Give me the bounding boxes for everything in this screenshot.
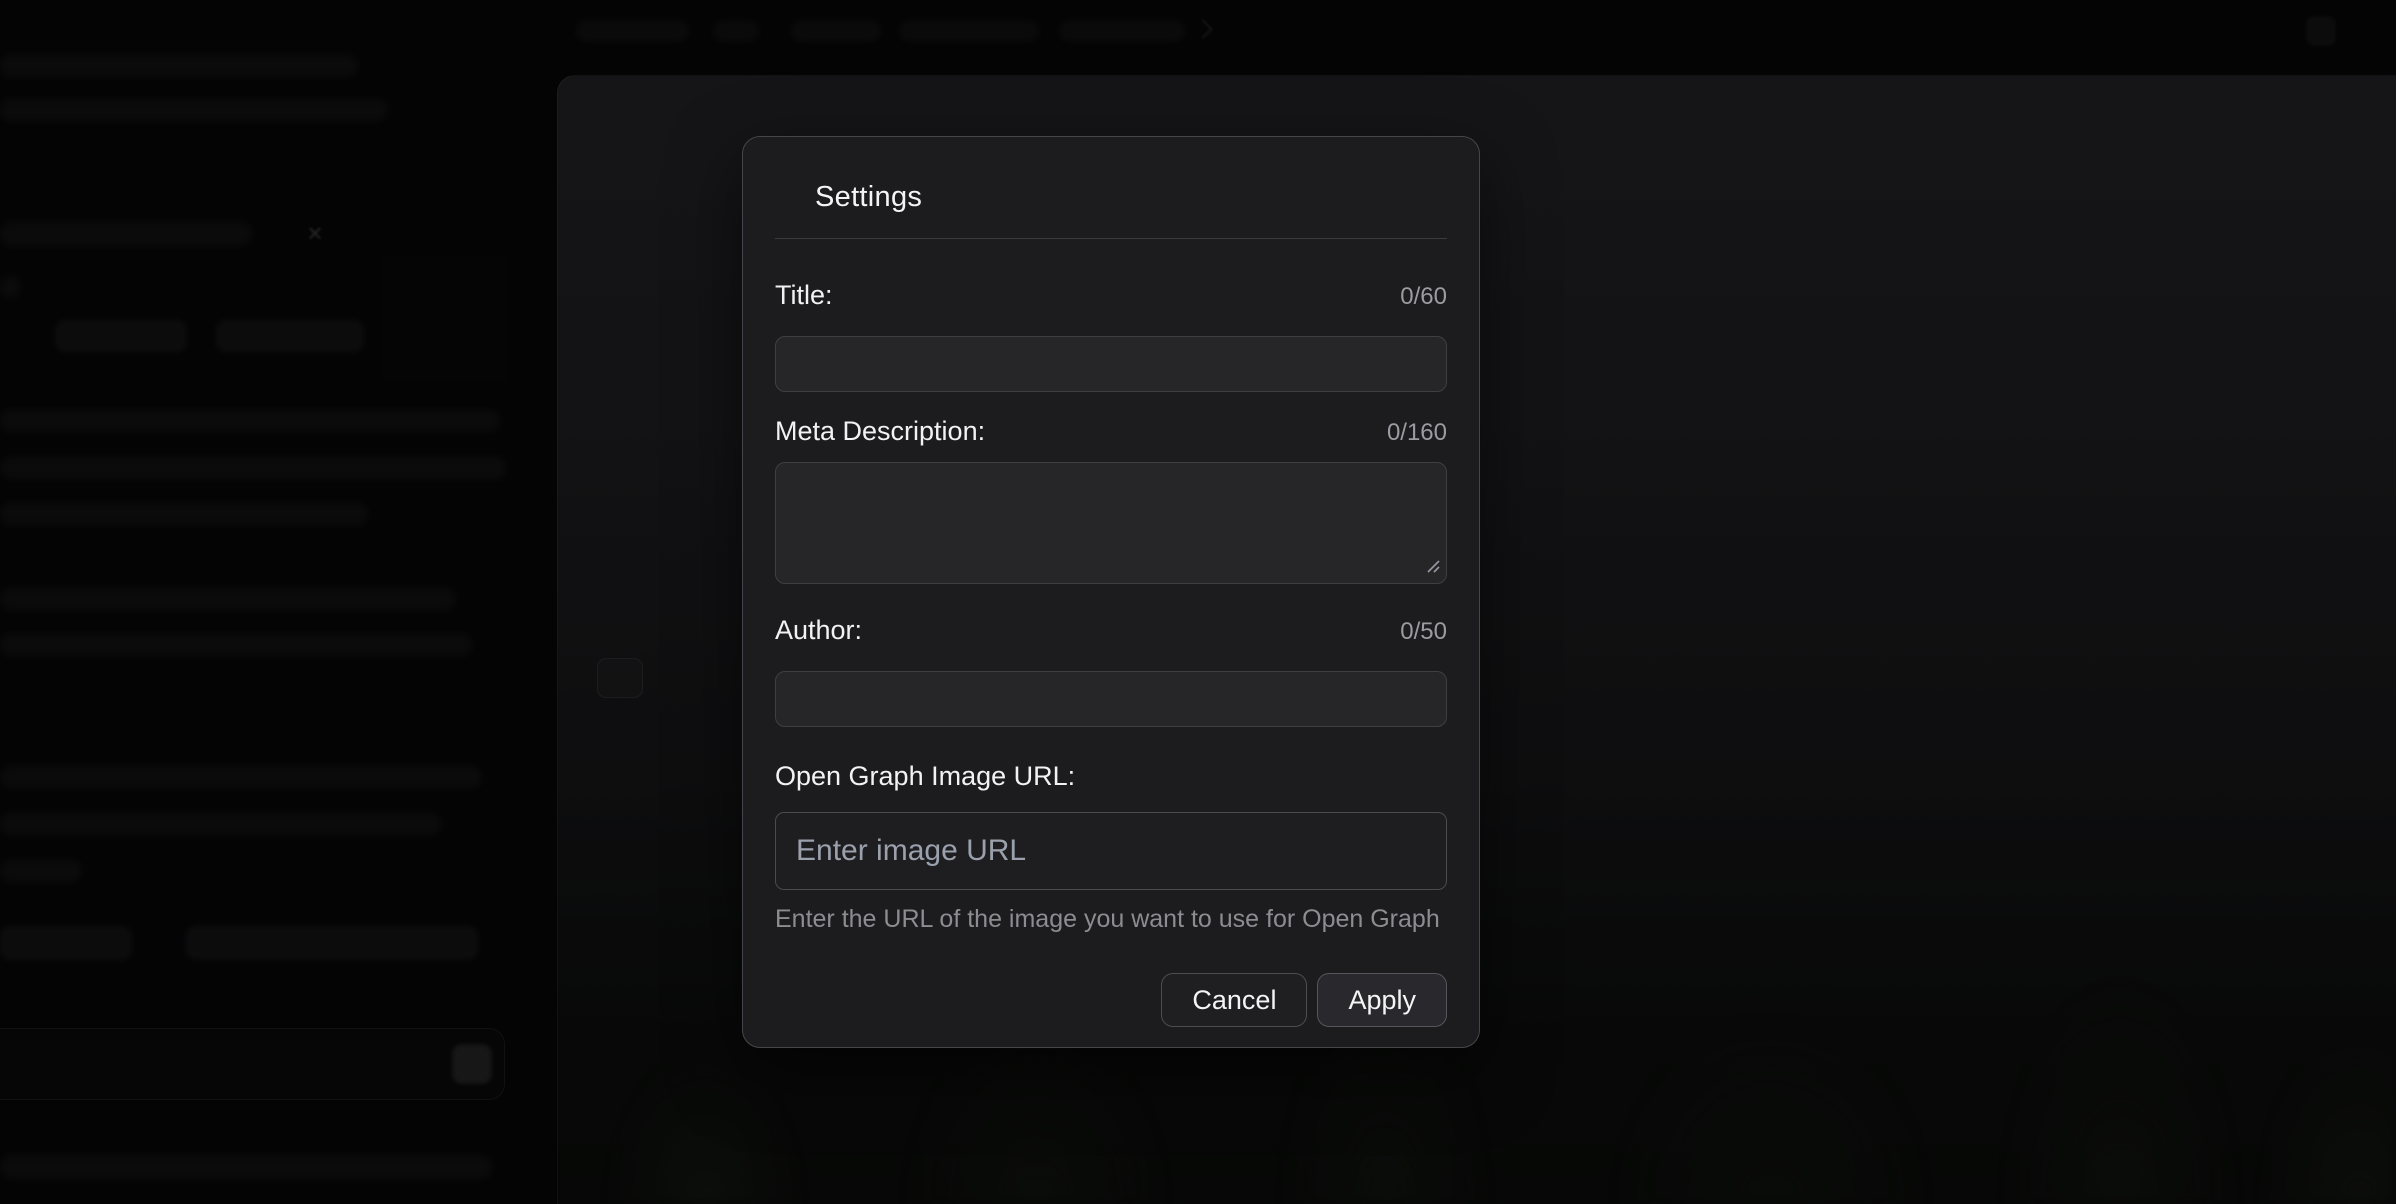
apply-button[interactable]: Apply [1317, 973, 1447, 1027]
title-input[interactable] [775, 336, 1447, 392]
meta-description-label: Meta Description: [775, 415, 985, 447]
settings-dialog: Settings Title: 0/60 Meta Description: 0… [742, 136, 1480, 1048]
author-input[interactable] [775, 671, 1447, 727]
dialog-title: Settings [815, 181, 1447, 213]
title-label: Title: [775, 279, 833, 311]
cancel-button[interactable]: Cancel [1161, 973, 1307, 1027]
meta-description-textarea[interactable] [775, 462, 1447, 584]
author-char-counter: 0/50 [1400, 617, 1447, 647]
og-image-url-helper-text: Enter the URL of the image you want to u… [775, 905, 1447, 933]
meta-description-char-counter: 0/160 [1387, 418, 1447, 448]
og-image-url-input[interactable] [775, 812, 1447, 890]
author-label: Author: [775, 614, 862, 646]
divider [775, 238, 1447, 239]
app-window: × Settings Title: 0/60 Meta Descri [0, 0, 2396, 1204]
title-char-counter: 0/60 [1400, 282, 1447, 312]
og-image-url-label: Open Graph Image URL: [775, 760, 1075, 792]
textarea-resize-handle[interactable] [1425, 558, 1441, 574]
